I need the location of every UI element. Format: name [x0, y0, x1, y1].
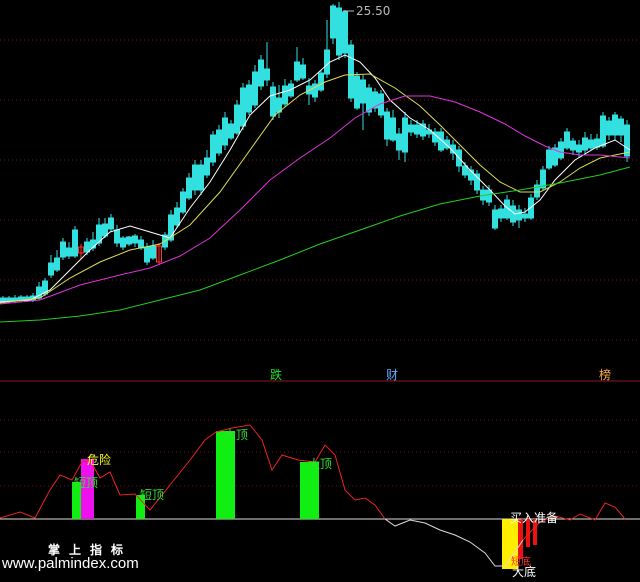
candle-down	[84, 241, 90, 253]
candle-down	[282, 85, 288, 105]
candle-down	[114, 229, 120, 244]
candle-down	[384, 111, 390, 140]
candle-down	[60, 241, 66, 258]
candle-down	[354, 75, 360, 109]
candle-down	[138, 239, 144, 249]
candle-down	[6, 297, 12, 302]
candle-down	[600, 115, 606, 147]
candle-down	[204, 157, 210, 176]
candle-down	[348, 44, 354, 99]
label-buy-ready: 买入准备	[510, 511, 559, 525]
bar-green	[216, 431, 235, 519]
candle-down	[294, 61, 300, 81]
candle-down	[558, 141, 564, 159]
candle-down	[564, 131, 570, 149]
candle-down	[144, 246, 150, 263]
candle-down	[126, 236, 132, 245]
candle-down	[174, 207, 180, 226]
candle-down	[120, 237, 126, 248]
candle-down	[618, 118, 624, 136]
signal-bang: 榜	[599, 368, 612, 382]
candle-down	[594, 138, 600, 148]
candle-down	[522, 213, 528, 219]
label-big-top-2: 大顶	[308, 457, 333, 471]
candle-down	[0, 297, 6, 302]
candle-down	[132, 235, 138, 244]
candle-down	[576, 144, 582, 153]
candle-down	[342, 11, 348, 54]
candle-down	[318, 72, 324, 91]
candle-down	[18, 296, 24, 301]
candle-down	[516, 209, 522, 221]
candle-down	[570, 140, 576, 151]
candle-down	[366, 87, 372, 113]
candle-down	[48, 262, 54, 276]
ma-magenta-line	[0, 95, 631, 305]
label-danger: 危险	[87, 453, 112, 467]
label-short-top-2: 短顶	[140, 488, 165, 502]
candle-down	[264, 68, 270, 81]
candle-down	[546, 149, 552, 169]
candle-down	[588, 139, 594, 149]
candle-down	[102, 223, 108, 237]
candle-down	[198, 164, 204, 191]
signal-cai: 财	[386, 368, 399, 382]
candle-down	[270, 86, 276, 117]
candle-down	[210, 134, 216, 163]
candle-down	[624, 124, 630, 157]
candle-down	[300, 64, 306, 79]
candle-down	[180, 191, 186, 213]
candle-down	[234, 104, 240, 134]
candle-down	[498, 208, 504, 219]
chart-window: 25.50 跌 财 榜 危险 短顶 短顶 大顶 大顶 买入准备 大底 短底 掌上…	[0, 0, 640, 582]
candle-down	[612, 114, 618, 136]
oscillator-red-line	[0, 424, 386, 520]
candle-down	[486, 189, 492, 203]
candle-down	[360, 79, 366, 104]
candle-down	[192, 164, 198, 191]
candle-down	[396, 133, 402, 151]
candle-down	[324, 49, 330, 75]
signal-die: 跌	[270, 368, 283, 382]
candle-down	[222, 117, 228, 146]
candle-down	[462, 165, 468, 176]
candle-down	[66, 247, 72, 257]
chart-canvas	[0, 2, 640, 569]
candle-down	[336, 7, 342, 56]
candle-down	[240, 87, 246, 127]
candle-down	[108, 217, 114, 230]
label-short-top-1: 短顶	[74, 476, 99, 490]
price-high-label: 25.50	[356, 4, 391, 18]
candle-down	[252, 71, 258, 106]
candle-down	[258, 59, 264, 87]
candle-down	[72, 229, 78, 257]
candle-down	[390, 117, 396, 141]
candle-down	[408, 124, 414, 133]
candle-down	[414, 124, 420, 135]
candle-down	[246, 84, 252, 113]
candle-down	[186, 177, 192, 199]
candle-down	[228, 123, 234, 139]
candle-down	[582, 137, 588, 151]
watermark-url: www.palmindex.com	[2, 555, 139, 572]
candle-down	[216, 129, 222, 154]
candle-down	[330, 5, 336, 39]
candle-down	[54, 257, 60, 271]
candle-down	[492, 209, 498, 229]
candle-down	[402, 117, 408, 153]
label-short-bottom: 短底	[511, 557, 531, 568]
candle-down	[150, 245, 156, 259]
label-big-top-1: 大顶	[224, 428, 249, 442]
candle-down	[606, 120, 612, 136]
